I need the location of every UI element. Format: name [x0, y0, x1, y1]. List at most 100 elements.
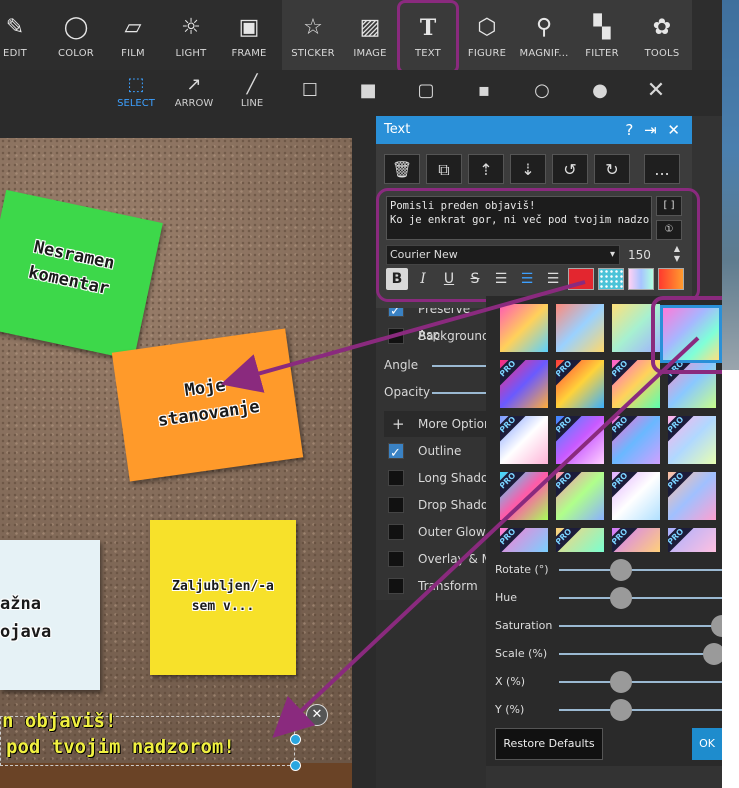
- image-icon: ▨: [359, 15, 381, 40]
- slider-track[interactable]: [559, 709, 722, 711]
- canvas-text-layer[interactable]: n objaviš! pod tvojim nadzorom!: [0, 708, 300, 760]
- slider-label: Y (%): [495, 703, 525, 716]
- delete-layer-button[interactable]: ✕: [306, 704, 328, 726]
- resize-handle[interactable]: [290, 760, 301, 771]
- pro-badge: PRO: [668, 528, 696, 552]
- slider-thumb[interactable]: [711, 615, 722, 637]
- figure-icon: ⬡: [477, 15, 497, 40]
- outline-row[interactable]: Outline: [384, 438, 494, 467]
- overlay-mask-row[interactable]: Overlay & M: [384, 546, 494, 572]
- checkbox[interactable]: [388, 328, 404, 344]
- tool-frame[interactable]: ▣ FRAME: [220, 14, 278, 66]
- gradient-swatch[interactable]: PRO: [500, 472, 548, 520]
- checkbox[interactable]: [388, 524, 404, 540]
- checkbox[interactable]: [388, 470, 404, 486]
- gradient-swatch[interactable]: PRO: [556, 472, 604, 520]
- shape-square-filled[interactable]: ■: [354, 78, 382, 120]
- tool-sticker[interactable]: ☆ STICKER: [284, 14, 342, 66]
- pin-icon[interactable]: ⇥: [644, 121, 657, 139]
- tool-color[interactable]: ◯ COLOR: [47, 14, 105, 66]
- more-button[interactable]: ...: [644, 154, 680, 184]
- rotate-left-button[interactable]: ↺: [552, 154, 588, 184]
- gradient-swatch[interactable]: [556, 304, 604, 352]
- outer-glow-row[interactable]: Outer Glow: [384, 519, 494, 545]
- gradient-swatch[interactable]: PRO: [500, 416, 548, 464]
- tool-image[interactable]: ▨ IMAGE: [341, 14, 399, 66]
- gradient-swatch[interactable]: [500, 304, 548, 352]
- help-icon[interactable]: ?: [625, 121, 633, 139]
- tool-select[interactable]: ⬚ SELECT: [110, 72, 162, 114]
- tool-line[interactable]: ╱ LINE: [226, 72, 278, 114]
- rotate-right-button[interactable]: ↻: [594, 154, 630, 184]
- more-options-row[interactable]: + More Option: [384, 411, 494, 437]
- shape-rounded-outline[interactable]: ▢: [412, 78, 440, 120]
- slider-row: Scale (%): [495, 643, 722, 665]
- checkbox[interactable]: [388, 551, 404, 567]
- slider-thumb[interactable]: [609, 559, 632, 581]
- slider-label: X (%): [495, 675, 526, 688]
- bring-forward-button[interactable]: ⇡: [468, 154, 504, 184]
- checkbox[interactable]: [388, 578, 404, 594]
- close-subtoolbar-button[interactable]: ✕: [642, 78, 670, 120]
- slider-track[interactable]: [559, 597, 722, 599]
- angle-slider-track[interactable]: [432, 365, 486, 367]
- shape-square-outline[interactable]: ☐: [296, 78, 324, 120]
- slider-row: Saturation: [495, 615, 722, 637]
- slider-label: Scale (%): [495, 647, 548, 660]
- film-icon: ▱: [124, 15, 142, 40]
- checkbox-checked[interactable]: [388, 441, 404, 467]
- resize-handle[interactable]: [290, 734, 301, 745]
- checkbox[interactable]: [388, 497, 404, 513]
- background-row[interactable]: Background: [384, 323, 494, 349]
- pro-badge: PRO: [500, 528, 528, 552]
- long-shadow-row[interactable]: Long Shado: [384, 465, 494, 491]
- drop-shadow-row[interactable]: Drop Shado: [384, 492, 494, 518]
- transform-row[interactable]: Transform: [384, 573, 494, 599]
- circle-filled-icon: ●: [592, 80, 608, 101]
- gradient-swatch[interactable]: PRO: [556, 360, 604, 408]
- gradient-swatch[interactable]: PRO: [668, 416, 716, 464]
- gradient-swatch[interactable]: PRO: [668, 528, 716, 552]
- shape-circle-outline[interactable]: ○: [528, 78, 556, 120]
- gradient-swatch[interactable]: PRO: [612, 528, 660, 552]
- tool-magnifier[interactable]: ⚲ MAGNIF...: [515, 14, 573, 66]
- text-tool-highlight: [397, 0, 459, 74]
- close-icon[interactable]: ✕: [667, 121, 680, 139]
- slider-thumb[interactable]: [702, 643, 722, 665]
- opacity-slider-track[interactable]: [432, 392, 486, 394]
- send-backward-button[interactable]: ⇣: [510, 154, 546, 184]
- pro-badge: PRO: [500, 360, 528, 389]
- shape-rounded-filled[interactable]: ▪: [470, 78, 498, 120]
- delete-layer-button[interactable]: 🗑: [384, 154, 420, 184]
- gradient-swatch[interactable]: PRO: [500, 360, 548, 408]
- slider-thumb[interactable]: [609, 587, 632, 609]
- rotate-left-icon: ↺: [563, 160, 577, 179]
- tool-light[interactable]: ☼ LIGHT: [162, 14, 220, 66]
- selected-gradient-highlight: [651, 296, 722, 374]
- slider-thumb[interactable]: [609, 699, 632, 721]
- slider-thumb[interactable]: [609, 671, 632, 693]
- tool-figure[interactable]: ⬡ FIGURE: [458, 14, 516, 66]
- restore-defaults-button[interactable]: Restore Defaults: [495, 728, 603, 760]
- gradient-swatch[interactable]: PRO: [612, 472, 660, 520]
- sun-icon: ☼: [181, 15, 201, 40]
- tool-film[interactable]: ▱ FILM: [104, 14, 162, 66]
- line-icon: ╱: [246, 74, 258, 95]
- shape-circle-filled[interactable]: ●: [586, 78, 614, 120]
- tool-edit[interactable]: ✎ EDIT: [0, 14, 44, 66]
- gradient-swatch[interactable]: PRO: [668, 472, 716, 520]
- tool-tools[interactable]: ✿ TOOLS: [633, 14, 691, 66]
- slider-track[interactable]: [559, 569, 722, 571]
- duplicate-layer-button[interactable]: ⧉: [426, 154, 462, 184]
- gradient-swatch[interactable]: PRO: [556, 528, 604, 552]
- tool-arrow[interactable]: ↗ ARROW: [168, 72, 220, 114]
- gradient-swatch[interactable]: PRO: [500, 528, 548, 552]
- gradient-swatch[interactable]: PRO: [612, 416, 660, 464]
- pro-badge: PRO: [500, 472, 528, 501]
- gradient-swatch[interactable]: PRO: [556, 416, 604, 464]
- slider-track[interactable]: [559, 681, 722, 683]
- tool-filter[interactable]: ▚ FILTER: [573, 14, 631, 66]
- slider-track[interactable]: [559, 625, 722, 627]
- ok-button[interactable]: OK: [692, 728, 722, 760]
- slider-track[interactable]: [559, 653, 722, 655]
